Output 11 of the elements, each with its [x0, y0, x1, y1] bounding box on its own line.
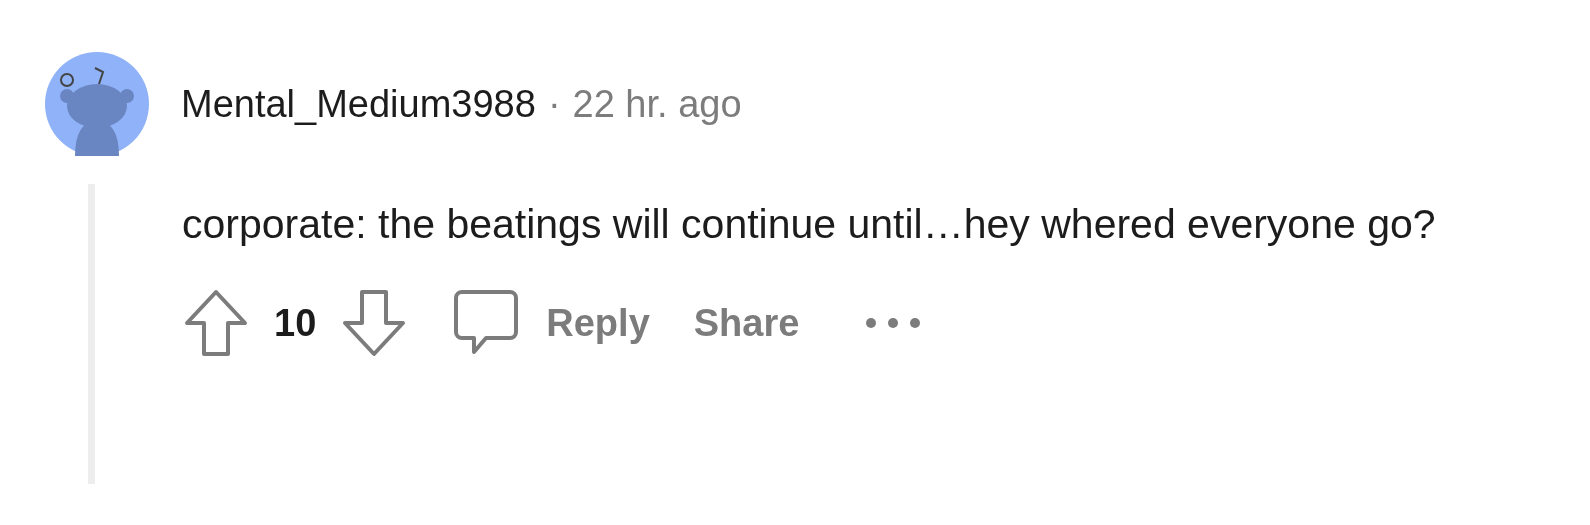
upvote-icon — [184, 289, 248, 357]
username[interactable]: Mental_Medium3988 — [181, 75, 536, 133]
upvote-button[interactable] — [182, 288, 250, 358]
timestamp: 22 hr. ago — [572, 81, 742, 127]
separator: · — [547, 81, 561, 127]
more-icon — [865, 317, 922, 329]
comment-text: corporate: the beatings will continue until…hey whered everyone go? — [182, 200, 1437, 249]
vote-count: 10 — [274, 300, 317, 346]
reply-button[interactable]: Reply — [452, 288, 650, 358]
share-button[interactable]: Share — [693, 294, 800, 352]
downvote-icon — [342, 289, 407, 357]
